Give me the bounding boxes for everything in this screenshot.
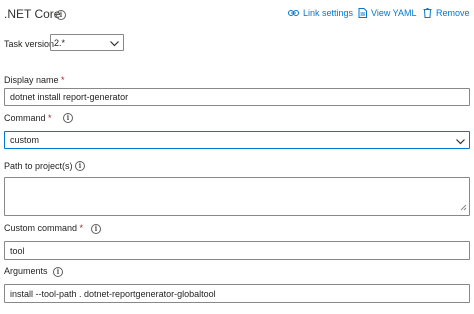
link-icon (288, 9, 299, 17)
info-icon[interactable]: i (63, 113, 73, 123)
arguments-input[interactable]: install --tool-path . dotnet-reportgener… (4, 284, 470, 303)
chevron-down-icon (110, 39, 119, 49)
link-settings-label: Link settings (303, 8, 354, 18)
task-version-label: Task version (4, 39, 55, 49)
task-version-value: 2.* (54, 38, 66, 48)
task-version-select[interactable]: 2.* (50, 34, 124, 51)
display-name-label: Display name * (4, 75, 65, 85)
path-to-projects-label: Path to project(s) (4, 161, 73, 171)
command-label: Command * (4, 113, 52, 123)
yaml-icon (358, 8, 367, 18)
view-yaml-button[interactable]: View YAML (358, 8, 417, 18)
link-settings-button[interactable]: Link settings (288, 8, 353, 18)
info-icon[interactable]: i (56, 10, 66, 20)
arguments-label: Arguments (4, 266, 48, 276)
command-select[interactable]: custom (4, 131, 470, 149)
trash-icon (423, 8, 432, 18)
display-name-input[interactable]: dotnet install report-generator (4, 88, 470, 106)
remove-button[interactable]: Remove (423, 8, 470, 18)
info-icon[interactable]: i (91, 224, 101, 234)
resize-handle-icon[interactable] (460, 203, 467, 213)
view-yaml-label: View YAML (371, 8, 417, 18)
custom-command-input[interactable]: tool (4, 241, 470, 260)
custom-command-label: Custom command * (4, 223, 84, 233)
chevron-down-icon (456, 137, 465, 147)
remove-label: Remove (436, 8, 470, 18)
info-icon[interactable]: i (53, 267, 63, 277)
task-title: .NET Core (4, 7, 61, 21)
path-to-projects-textarea[interactable] (4, 177, 470, 216)
info-icon[interactable]: i (75, 161, 85, 171)
